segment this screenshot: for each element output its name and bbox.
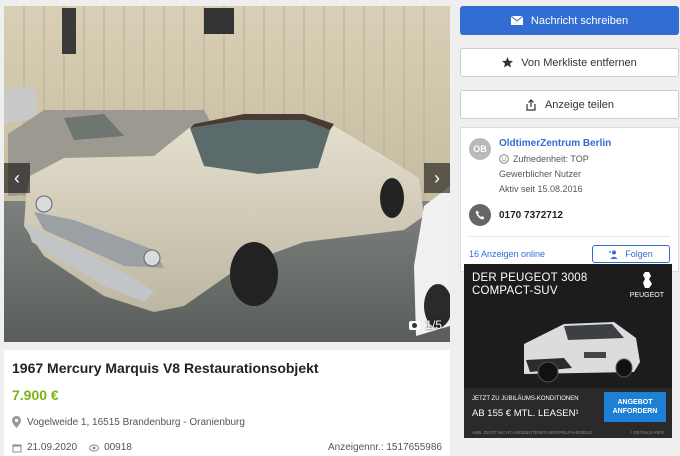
next-image-button[interactable]: › (424, 163, 450, 193)
ad-number: Anzeigennr.: 1517655986 (328, 442, 442, 453)
contact-sidebar: Nachricht schreiben Von Merkliste entfer… (460, 6, 679, 272)
ad-brand: PEUGEOT (629, 292, 664, 299)
ad-headline-line-1: DER PEUGEOT 3008 (472, 272, 588, 284)
seller-type: Gewerblicher Nutzer (499, 169, 582, 179)
write-message-label: Nachricht schreiben (530, 14, 629, 27)
ad-fine-left: ABB. ZEIGT NICHT ANGEBOTENES BEISPIELFAH… (472, 430, 593, 435)
location-pin-icon (12, 416, 21, 428)
image-counter: 1/5 (409, 318, 442, 332)
listing-date: 21.09.2020 (27, 442, 78, 453)
ad-fine-right[interactable]: ¹ DETAILS HIER (631, 430, 664, 435)
write-message-button[interactable]: Nachricht schreiben (460, 6, 679, 35)
view-count: 00918 (104, 442, 132, 453)
satisfaction-text: Zufriedenheit: TOP (513, 154, 589, 164)
phone-row[interactable]: 0170 7372712 (469, 204, 670, 237)
car-photo (4, 6, 450, 342)
listing-location: Vogelweide 1, 16515 Brandenburg - Oranie… (12, 416, 442, 428)
watchlist-label: Von Merkliste entfernen (521, 56, 637, 69)
ad-headline: DER PEUGEOT 3008 COMPACT-SUV (472, 272, 587, 298)
star-icon (502, 57, 514, 68)
location-text: Vogelweide 1, 16515 Brandenburg - Oranie… (27, 416, 245, 428)
seller-card: OB OldtimerZentrum Berlin Zufriedenheit:… (460, 127, 679, 272)
listing-info: 1967 Mercury Marquis V8 Restaurationsobj… (4, 350, 450, 456)
calendar-icon (12, 444, 22, 452)
previous-image-button[interactable]: ‹ (4, 163, 30, 193)
share-icon (526, 98, 536, 111)
listing-title: 1967 Mercury Marquis V8 Restaurationsobj… (12, 360, 319, 376)
remove-watchlist-button[interactable]: Von Merkliste entfernen (460, 48, 679, 77)
ad-offer-small: JETZT ZU JUBILÄUMS-KONDITIONEN (472, 396, 579, 402)
chevron-right-icon: › (434, 167, 440, 188)
ad-cta-button[interactable]: ANGEBOT ANFORDERN (604, 392, 666, 422)
phone-icon (469, 204, 491, 226)
phone-number[interactable]: 0170 7372712 (499, 210, 563, 221)
smiley-icon (499, 154, 509, 164)
eye-icon (89, 444, 100, 451)
share-label: Anzeige teilen (544, 98, 615, 111)
ads-online-link[interactable]: 16 Anzeigen online (469, 249, 545, 259)
peugeot-logo: PEUGEOT (630, 270, 664, 299)
ad-offer-big: AB 155 € MTL. LEASEN¹ (472, 408, 579, 419)
envelope-icon (510, 16, 523, 25)
image-counter-text: 1/5 (425, 318, 442, 332)
chevron-left-icon: ‹ (14, 167, 20, 188)
image-gallery[interactable]: ‹ › 1/5 (4, 6, 450, 342)
share-button[interactable]: Anzeige teilen (460, 90, 679, 119)
ad-fine-print: ABB. ZEIGT NICHT ANGEBOTENES BEISPIELFAH… (472, 430, 664, 435)
satisfaction-row: Zufriedenheit: TOP (499, 154, 611, 164)
listing-meta: 21.09.2020 00918 Anzeigennr.: 1517655986 (12, 442, 442, 453)
ad-headline-line-2: COMPACT-SUV (472, 285, 558, 297)
seller-name-link[interactable]: OldtimerZentrum Berlin (499, 138, 611, 149)
follow-button[interactable]: Folgen (592, 245, 670, 263)
seller-avatar: OB (469, 138, 491, 160)
listing-price: 7.900 € (12, 387, 59, 403)
camera-icon (409, 320, 421, 330)
advertisement-banner[interactable]: DER PEUGEOT 3008 COMPACT-SUV PEUGEOT JET… (464, 264, 672, 438)
add-user-icon (609, 250, 618, 259)
active-since: Aktiv seit 15.08.2016 (499, 184, 583, 194)
follow-label: Folgen (625, 249, 653, 259)
lion-icon (642, 272, 652, 288)
